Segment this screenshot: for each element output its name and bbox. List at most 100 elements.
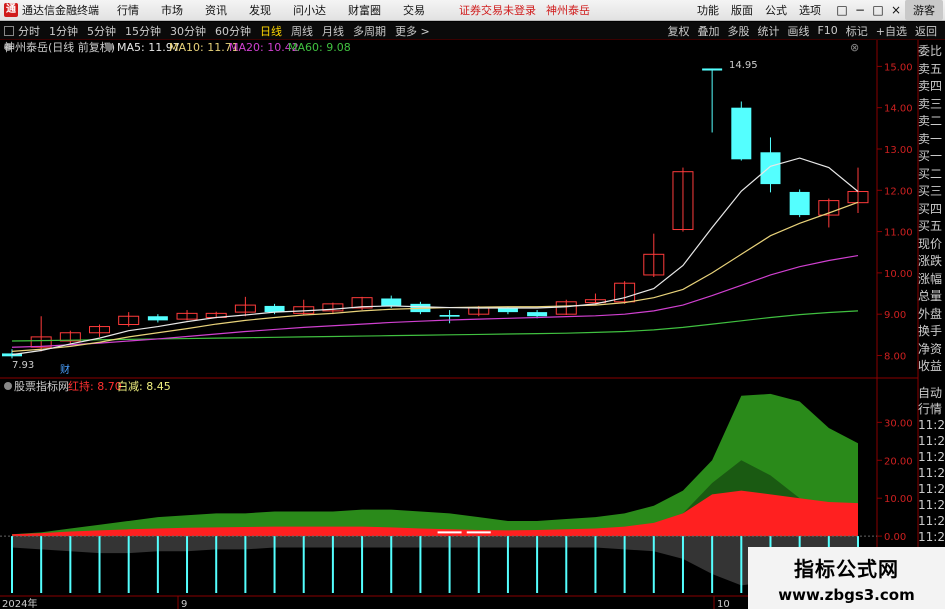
- candle-body-down: [147, 316, 168, 321]
- side-label: 涨幅: [918, 271, 943, 286]
- side-label: 收益: [918, 359, 943, 373]
- period-multi[interactable]: 多周期: [353, 23, 386, 39]
- price-tick-label: 10.00: [884, 269, 913, 280]
- candle-body-down: [789, 191, 810, 216]
- minimize-icon[interactable]: −: [851, 3, 869, 17]
- period-5min[interactable]: 5分钟: [87, 23, 116, 39]
- menu-item-discover[interactable]: 发现: [249, 2, 271, 18]
- indicator-title: 股票指标网: [14, 379, 69, 393]
- high-price-label: 14.95: [729, 60, 758, 71]
- indicator-tick-label: 10.00: [884, 494, 913, 505]
- candle-body-down: [527, 312, 548, 317]
- side-label: 外盘: [918, 306, 943, 321]
- period-60min[interactable]: 60分钟: [215, 23, 251, 39]
- price-tick-label: 15.00: [884, 62, 913, 73]
- period-30min[interactable]: 30分钟: [170, 23, 206, 39]
- watermark-url: www.zbgs3.com: [778, 586, 915, 604]
- chart-close-icon[interactable]: ⊗: [850, 41, 859, 54]
- back-button[interactable]: 返回: [915, 23, 937, 39]
- menu-item-quotes[interactable]: 行情: [117, 2, 139, 18]
- price-tick-label: 14.00: [884, 104, 913, 115]
- mark-button[interactable]: 标记: [846, 23, 868, 39]
- period-intraday[interactable]: 分时: [18, 23, 40, 39]
- side-time-label: 11:26: [918, 514, 945, 528]
- side-label: 买四: [918, 201, 943, 216]
- period-15min[interactable]: 15分钟: [125, 23, 161, 39]
- low-price-label: 7.93: [12, 360, 34, 371]
- site-watermark: 指标公式网 www.zbgs3.com: [748, 547, 945, 609]
- watermark-title: 指标公式网: [794, 557, 899, 581]
- app-title: 通达信金融终端: [22, 4, 99, 17]
- side-label: 净资: [918, 341, 943, 356]
- chart-area[interactable]: 神州泰岳(日线 前复权) MA5: 11.97 MA10: 11.71 MA20…: [0, 40, 945, 609]
- candle-body-down: [702, 68, 723, 71]
- menu-item-market[interactable]: 市场: [161, 2, 183, 18]
- period-1min[interactable]: 1分钟: [49, 23, 78, 39]
- period-daily[interactable]: 日线: [260, 23, 282, 39]
- side-time-label: 11:26: [918, 466, 945, 480]
- menu-options-button[interactable]: 选项: [799, 2, 821, 18]
- price-tick-label: 8.00: [884, 351, 906, 362]
- price-tick-label: 13.00: [884, 145, 913, 156]
- menu-function-button[interactable]: 功能: [697, 2, 719, 18]
- financial-report-marker[interactable]: 财: [60, 363, 70, 376]
- side-label: 买五: [918, 219, 943, 233]
- side-time-label: 11:26: [918, 434, 945, 448]
- f10-button[interactable]: F10: [817, 24, 837, 37]
- menu-item-trade[interactable]: 交易: [403, 2, 425, 18]
- candle-body-down: [497, 307, 518, 313]
- side-time-label: 11:26: [918, 498, 945, 512]
- trade-login-notice[interactable]: 证券交易未登录: [459, 2, 536, 18]
- side-label: 卖五: [918, 61, 943, 76]
- side-time-label: 11:26: [918, 418, 945, 432]
- overlay-button[interactable]: 叠加: [697, 23, 719, 39]
- menu-item-news[interactable]: 资讯: [205, 2, 227, 18]
- side-label: 卖二: [918, 114, 943, 128]
- candle-body-down: [439, 315, 460, 317]
- side-label: 买一: [918, 149, 943, 163]
- current-stock-name: 神州泰岳: [546, 4, 590, 17]
- menu-formula-button[interactable]: 公式: [765, 2, 787, 18]
- draw-line-button[interactable]: 画线: [787, 23, 809, 39]
- main-chart-title: 神州泰岳(日线 前复权): [4, 40, 115, 54]
- ma60-label: MA60: 9.08: [288, 41, 351, 54]
- indicator-tick-label: 30.00: [884, 418, 913, 429]
- side-label: 卖三: [918, 96, 943, 111]
- close-icon[interactable]: ×: [887, 3, 905, 17]
- app-logo-icon: 通: [4, 3, 18, 17]
- guest-button[interactable]: 游客: [905, 0, 943, 20]
- period-weekly[interactable]: 周线: [291, 23, 313, 39]
- kline-chart-svg[interactable]: 神州泰岳(日线 前复权) MA5: 11.97 MA10: 11.71 MA20…: [0, 40, 945, 609]
- grid-icon[interactable]: [4, 25, 14, 36]
- x-label-year: 2024年: [2, 597, 37, 609]
- x-label-oct: 10: [717, 599, 730, 609]
- menu-item-wealth[interactable]: 财富圈: [348, 2, 381, 18]
- maximize-icon[interactable]: □: [869, 3, 887, 17]
- menu-item-ask[interactable]: 问小达: [293, 2, 326, 18]
- statistics-button[interactable]: 统计: [757, 23, 779, 39]
- side-label: 涨跌: [918, 254, 943, 268]
- period-monthly[interactable]: 月线: [322, 23, 344, 39]
- side-label: 现价: [918, 236, 943, 251]
- side-label: 卖一: [918, 131, 943, 146]
- x-label-sep: 9: [181, 599, 187, 609]
- side-time-label: 11:26: [918, 530, 945, 544]
- period-toolbar: 分时 1分钟 5分钟 15分钟 30分钟 60分钟 日线 周线 月线 多周期 更…: [0, 22, 945, 40]
- period-more[interactable]: 更多 >: [395, 23, 430, 39]
- candle-body-down: [381, 298, 402, 306]
- side-label: 买二: [918, 166, 943, 181]
- side-label: 委比: [918, 44, 943, 58]
- ma-toggle-icon[interactable]: [105, 43, 113, 51]
- window-icon[interactable]: □: [833, 3, 851, 17]
- side-time-label: 自动: [918, 386, 943, 400]
- menu-layout-button[interactable]: 版面: [731, 2, 753, 18]
- side-label: 总量: [918, 289, 943, 303]
- candle-body-down: [760, 152, 781, 185]
- indicator-settings-icon[interactable]: [4, 382, 12, 390]
- price-tick-label: 9.00: [884, 310, 906, 321]
- price-tick-label: 11.00: [884, 228, 913, 239]
- restore-rights-button[interactable]: 复权: [667, 23, 689, 39]
- add-watchlist-button[interactable]: +自选: [876, 23, 907, 39]
- multi-stock-button[interactable]: 多股: [727, 23, 749, 39]
- price-tick-label: 12.00: [884, 186, 913, 197]
